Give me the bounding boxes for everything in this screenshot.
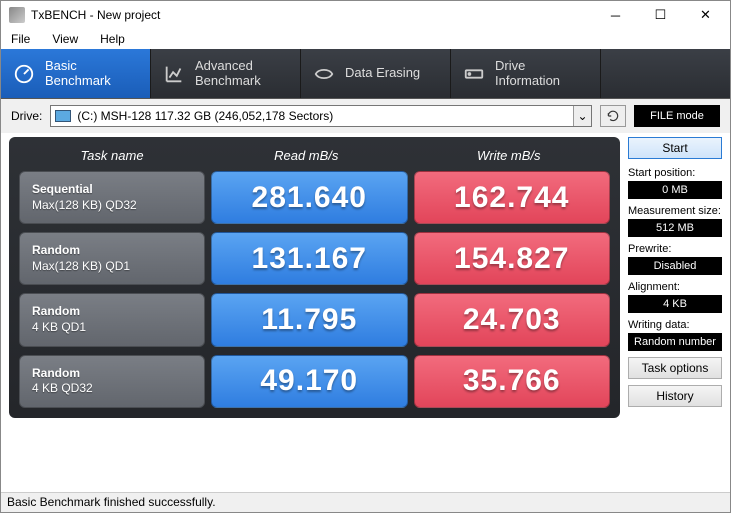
file-mode-button[interactable]: FILE mode	[634, 105, 720, 127]
write-value: 35.766	[414, 355, 611, 408]
history-button[interactable]: History	[628, 385, 722, 407]
status-bar: Basic Benchmark finished successfully.	[1, 492, 730, 512]
drive-label: Drive:	[11, 109, 42, 123]
drive-select[interactable]: (C:) MSH-128 117.32 GB (246,052,178 Sect…	[50, 105, 592, 127]
task-cell[interactable]: Random4 KB QD32	[19, 355, 205, 408]
app-icon	[9, 7, 25, 23]
table-row: RandomMax(128 KB) QD1 131.167 154.827	[19, 232, 610, 285]
measurement-size-label: Measurement size:	[628, 205, 722, 217]
read-value: 281.640	[211, 171, 408, 224]
task-cell[interactable]: SequentialMax(128 KB) QD32	[19, 171, 205, 224]
write-value: 162.744	[414, 171, 611, 224]
prewrite-value[interactable]: Disabled	[628, 257, 722, 275]
maximize-button[interactable]: ☐	[638, 1, 683, 29]
read-value: 131.167	[211, 232, 408, 285]
chart-icon	[163, 63, 185, 85]
chevron-down-icon: ⌄	[573, 106, 591, 126]
refresh-button[interactable]	[600, 105, 626, 127]
task-cell[interactable]: RandomMax(128 KB) QD1	[19, 232, 205, 285]
tab-advanced-benchmark[interactable]: Advanced Benchmark	[151, 49, 301, 98]
read-value: 49.170	[211, 355, 408, 408]
table-row: Random4 KB QD1 11.795 24.703	[19, 293, 610, 346]
tab-basic-benchmark[interactable]: Basic Benchmark	[1, 49, 151, 98]
table-row: Random4 KB QD32 49.170 35.766	[19, 355, 610, 408]
titlebar: TxBENCH - New project ─ ☐ ✕	[1, 1, 730, 29]
start-position-label: Start position:	[628, 167, 722, 179]
drive-icon	[463, 63, 485, 85]
write-value: 154.827	[414, 232, 611, 285]
task-cell[interactable]: Random4 KB QD1	[19, 293, 205, 346]
window-title: TxBENCH - New project	[31, 8, 593, 22]
menu-view[interactable]: View	[48, 31, 82, 47]
menu-help[interactable]: Help	[96, 31, 129, 47]
table-row: SequentialMax(128 KB) QD32 281.640 162.7…	[19, 171, 610, 224]
gauge-icon	[13, 63, 35, 85]
drive-bar: Drive: (C:) MSH-128 117.32 GB (246,052,1…	[1, 99, 730, 133]
header-write: Write mB/s	[408, 148, 611, 163]
drive-value: (C:) MSH-128 117.32 GB (246,052,178 Sect…	[77, 109, 333, 123]
prewrite-label: Prewrite:	[628, 243, 722, 255]
side-panel: Start Start position: 0 MB Measurement s…	[620, 137, 722, 418]
writing-data-label: Writing data:	[628, 319, 722, 331]
read-value: 11.795	[211, 293, 408, 346]
measurement-size-value[interactable]: 512 MB	[628, 219, 722, 237]
header-task: Task name	[19, 148, 205, 163]
menubar: File View Help	[1, 29, 730, 49]
writing-data-value[interactable]: Random number	[628, 333, 722, 351]
start-button[interactable]: Start	[628, 137, 722, 159]
task-options-button[interactable]: Task options	[628, 357, 722, 379]
start-position-value[interactable]: 0 MB	[628, 181, 722, 199]
benchmark-panel: Task name Read mB/s Write mB/s Sequentia…	[9, 137, 620, 418]
minimize-button[interactable]: ─	[593, 1, 638, 29]
close-button[interactable]: ✕	[683, 1, 728, 29]
tab-bar: Basic Benchmark Advanced Benchmark Data …	[1, 49, 730, 99]
write-value: 24.703	[414, 293, 611, 346]
tab-drive-information[interactable]: Drive Information	[451, 49, 601, 98]
refresh-icon	[606, 109, 620, 123]
menu-file[interactable]: File	[7, 31, 34, 47]
erase-icon	[313, 63, 335, 85]
alignment-value[interactable]: 4 KB	[628, 295, 722, 313]
drive-icon	[55, 110, 71, 122]
tab-data-erasing[interactable]: Data Erasing	[301, 49, 451, 98]
header-read: Read mB/s	[205, 148, 408, 163]
alignment-label: Alignment:	[628, 281, 722, 293]
